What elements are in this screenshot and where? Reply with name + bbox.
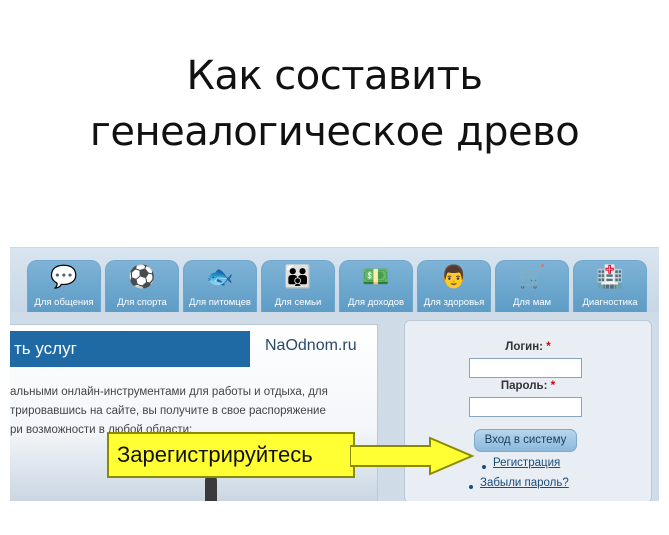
register-link[interactable]: Регистрация	[493, 457, 560, 469]
tab-label: Для питомцев	[189, 297, 251, 308]
login-input[interactable]	[469, 358, 582, 378]
login-label-text: Логин:	[505, 341, 544, 353]
password-label-text: Пароль:	[500, 380, 548, 392]
doctor-icon: 👨	[440, 265, 468, 290]
sports-balls-icon: ⚽	[128, 265, 156, 290]
tab-health[interactable]: 👨 Для здоровья	[417, 260, 491, 312]
fish-icon: 🐟	[206, 265, 234, 290]
tab-label: Для спорта	[117, 297, 167, 308]
stroller-icon: 🛒	[518, 265, 546, 290]
tab-income[interactable]: 💵 Для доходов	[339, 260, 413, 312]
tab-label: Для семьи	[274, 297, 322, 308]
tab-communication[interactable]: 💬 Для общения	[27, 260, 101, 312]
register-callout: Зарегистрируйтесь	[107, 432, 355, 478]
login-button[interactable]: Вход в систему	[474, 429, 577, 452]
login-label: Логин: *	[405, 341, 651, 353]
slide-title-line1: Как составить	[186, 53, 484, 99]
services-heading: ть услуг	[10, 331, 250, 367]
slide-title-line2: генеалогическое древо	[89, 109, 580, 155]
family-icon: 👪	[284, 265, 312, 290]
description-line: альными онлайн-инструментами для работы …	[10, 386, 328, 398]
slide-title: Как составить генеалогическое древо	[0, 48, 669, 160]
required-mark: *	[546, 341, 551, 353]
required-mark: *	[550, 380, 556, 392]
bullet	[469, 485, 473, 489]
tab-moms[interactable]: 🛒 Для мам	[495, 260, 569, 312]
money-icon: 💵	[362, 265, 390, 290]
tab-label: Для мам	[512, 297, 552, 308]
tab-label: Для общения	[34, 297, 94, 308]
tab-label: Для здоровья	[423, 297, 485, 308]
tab-family[interactable]: 👪 Для семьи	[261, 260, 335, 312]
password-label: Пароль: *	[405, 380, 651, 392]
tab-pets[interactable]: 🐟 Для питомцев	[183, 260, 257, 312]
arrow-right-icon	[350, 436, 475, 476]
description-line: трировавшись на сайте, вы получите в сво…	[10, 405, 326, 417]
category-nav: 💬 Для общения ⚽ Для спорта 🐟 Для питомце…	[10, 248, 659, 312]
password-input[interactable]	[469, 397, 582, 417]
tab-label: Для доходов	[347, 297, 405, 308]
tab-label: Диагностика	[582, 297, 638, 308]
bullet	[482, 465, 486, 469]
chat-bubbles-icon: 💬	[50, 265, 78, 290]
first-aid-icon: 🏥	[596, 265, 624, 290]
tab-sport[interactable]: ⚽ Для спорта	[105, 260, 179, 312]
tab-diagnostics[interactable]: 🏥 Диагностика	[573, 260, 647, 312]
forgot-password-link[interactable]: Забыли пароль?	[480, 477, 569, 489]
person-silhouette	[205, 475, 217, 501]
site-name: NaOdnom.ru	[265, 337, 357, 354]
